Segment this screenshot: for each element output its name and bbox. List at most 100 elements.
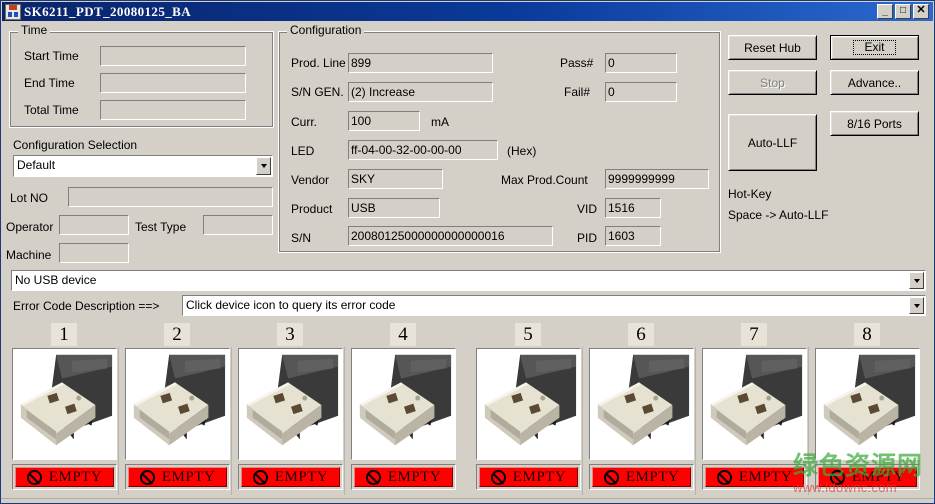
port-slot-2[interactable]: 2 bbox=[122, 323, 232, 504]
port-number-6: 6 bbox=[628, 323, 654, 346]
port-divider bbox=[582, 347, 583, 495]
application-window: SK6211_PDT_20080125_BA _ □ ✕ Time Start … bbox=[0, 0, 935, 504]
exit-button[interactable]: Exit bbox=[830, 35, 919, 60]
port-slot-5[interactable]: 5 bbox=[473, 323, 583, 504]
sn-field[interactable]: 20080125000000000000016 bbox=[348, 226, 553, 246]
led-field[interactable]: ff-04-00-32-00-00-00 bbox=[348, 140, 498, 160]
curr-field[interactable]: 100 bbox=[348, 111, 420, 131]
port-status-8: EMPTY bbox=[815, 464, 920, 490]
usb-device-image-5[interactable] bbox=[476, 348, 581, 460]
hotkey-line: Space -> Auto-LLF bbox=[728, 208, 828, 222]
configuration-selection-combo[interactable]: Default bbox=[13, 155, 273, 177]
port-divider bbox=[344, 347, 345, 495]
start-time-field[interactable] bbox=[100, 46, 246, 66]
minimize-icon: _ bbox=[878, 7, 892, 17]
no-entry-icon bbox=[27, 470, 42, 485]
stop-button[interactable]: Stop bbox=[728, 70, 817, 95]
configuration-selection-value: Default bbox=[17, 158, 55, 172]
port-slot-4[interactable]: 4 bbox=[348, 323, 458, 504]
machine-field[interactable] bbox=[59, 243, 129, 263]
advance-button[interactable]: Advance.. bbox=[830, 70, 919, 95]
port-status-3: EMPTY bbox=[238, 464, 343, 490]
reset-hub-button[interactable]: Reset Hub bbox=[728, 35, 817, 60]
lot-no-field[interactable] bbox=[68, 187, 273, 207]
app-icon bbox=[5, 4, 21, 20]
usb-device-image-7[interactable] bbox=[702, 348, 807, 460]
sn-gen-label: S/N GEN. bbox=[291, 85, 344, 99]
fail-count-field[interactable]: 0 bbox=[605, 82, 677, 102]
no-entry-icon bbox=[830, 470, 845, 485]
usb-device-image-8[interactable] bbox=[815, 348, 920, 460]
port-status-6: EMPTY bbox=[589, 464, 694, 490]
port-slot-7[interactable]: 7 bbox=[699, 323, 809, 504]
curr-label: Curr. bbox=[291, 115, 317, 129]
operator-label: Operator bbox=[6, 220, 53, 234]
port-status-label-6: EMPTY bbox=[626, 470, 679, 485]
port-status-5: EMPTY bbox=[476, 464, 581, 490]
pid-field[interactable]: 1603 bbox=[605, 226, 661, 246]
start-time-label: Start Time bbox=[24, 49, 79, 63]
chevron-down-icon[interactable] bbox=[909, 297, 924, 314]
minimize-button[interactable]: _ bbox=[877, 4, 893, 19]
port-status-label-2: EMPTY bbox=[162, 470, 215, 485]
no-entry-icon bbox=[717, 470, 732, 485]
time-group-title: Time bbox=[18, 24, 50, 36]
port-divider bbox=[118, 347, 119, 495]
port-slot-3[interactable]: 3 bbox=[235, 323, 345, 504]
port-slot-6[interactable]: 6 bbox=[586, 323, 696, 504]
vid-field[interactable]: 1516 bbox=[605, 198, 661, 218]
no-entry-icon bbox=[366, 470, 381, 485]
port-divider bbox=[695, 347, 696, 495]
window-title: SK6211_PDT_20080125_BA bbox=[24, 4, 877, 20]
port-slot-8[interactable]: 8 bbox=[812, 323, 922, 504]
port-status-label-8: EMPTY bbox=[852, 470, 905, 485]
port-status-label-7: EMPTY bbox=[739, 470, 792, 485]
close-button[interactable]: ✕ bbox=[913, 4, 929, 19]
test-type-label: Test Type bbox=[135, 220, 186, 234]
vendor-label: Vendor bbox=[291, 173, 329, 187]
hotkey-title: Hot-Key bbox=[728, 187, 771, 201]
port-number-3: 3 bbox=[277, 323, 303, 346]
title-bar: SK6211_PDT_20080125_BA _ □ ✕ bbox=[2, 2, 933, 21]
vendor-field[interactable]: SKY bbox=[348, 169, 443, 189]
no-entry-icon bbox=[253, 470, 268, 485]
usb-device-combo[interactable]: No USB device bbox=[11, 270, 926, 291]
sn-gen-field[interactable]: (2) Increase bbox=[348, 82, 493, 102]
prod-line-field[interactable]: 899 bbox=[348, 53, 493, 73]
usb-device-image-2[interactable] bbox=[125, 348, 230, 460]
chevron-down-icon[interactable] bbox=[256, 157, 271, 175]
usb-device-image-4[interactable] bbox=[351, 348, 456, 460]
maximize-icon: □ bbox=[896, 6, 910, 16]
auto-llf-button[interactable]: Auto-LLF bbox=[728, 114, 817, 171]
test-type-field[interactable] bbox=[203, 215, 273, 235]
pass-count-field[interactable]: 0 bbox=[605, 53, 677, 73]
operator-field[interactable] bbox=[59, 215, 129, 235]
maximize-button[interactable]: □ bbox=[895, 4, 911, 19]
product-field[interactable]: USB bbox=[348, 198, 440, 218]
end-time-field[interactable] bbox=[100, 73, 246, 93]
lot-no-label: Lot NO bbox=[10, 191, 48, 205]
pid-label: PID bbox=[577, 231, 597, 245]
ports-toggle-button[interactable]: 8/16 Ports bbox=[830, 111, 919, 136]
no-entry-icon bbox=[491, 470, 506, 485]
configuration-group: Configuration Prod. Line 899 S/N GEN. (2… bbox=[278, 31, 721, 253]
error-code-combo[interactable]: Click device icon to query its error cod… bbox=[182, 295, 926, 316]
total-time-field[interactable] bbox=[100, 100, 246, 120]
usb-device-image-3[interactable] bbox=[238, 348, 343, 460]
max-prod-count-label: Max Prod.Count bbox=[501, 173, 588, 187]
no-entry-icon bbox=[140, 470, 155, 485]
no-entry-icon bbox=[604, 470, 619, 485]
machine-label: Machine bbox=[6, 248, 51, 262]
max-prod-count-field[interactable]: 9999999999 bbox=[605, 169, 709, 189]
port-status-label-4: EMPTY bbox=[388, 470, 441, 485]
usb-device-image-1[interactable] bbox=[12, 348, 117, 460]
port-slot-1[interactable]: 1 bbox=[9, 323, 119, 504]
port-status-label-1: EMPTY bbox=[49, 470, 102, 485]
prod-line-label: Prod. Line bbox=[291, 56, 346, 70]
time-group: Time Start Time End Time Total Time bbox=[9, 31, 274, 128]
port-divider bbox=[808, 347, 809, 495]
usb-device-image-6[interactable] bbox=[589, 348, 694, 460]
port-divider bbox=[231, 347, 232, 495]
chevron-down-icon[interactable] bbox=[909, 272, 924, 289]
led-label: LED bbox=[291, 144, 314, 158]
